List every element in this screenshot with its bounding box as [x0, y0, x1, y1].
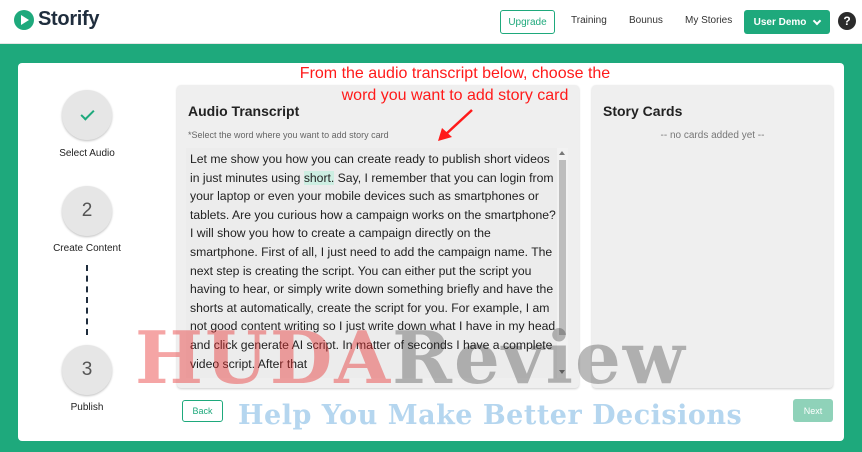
back-button[interactable]: Back [182, 400, 223, 422]
step-1-circle [62, 90, 112, 140]
nav-my-stories[interactable]: My Stories [685, 15, 732, 26]
user-menu-button[interactable]: User Demo [744, 10, 830, 34]
chevron-down-icon [813, 16, 822, 25]
watermark-tagline: Help You Make Better Decisions [238, 400, 743, 431]
play-logo-icon [14, 9, 34, 30]
story-cards-empty-text: -- no cards added yet -- [660, 130, 765, 141]
upgrade-button[interactable]: Upgrade [500, 10, 555, 34]
user-menu-label: User Demo [753, 16, 807, 28]
nav-bonus[interactable]: Bounus [629, 15, 663, 26]
scroll-up-icon[interactable] [559, 151, 565, 155]
watermark-part2: Review [392, 315, 687, 400]
step-3-label: Publish [70, 402, 104, 413]
logo-text: Storify [38, 8, 100, 30]
watermark-logo: HUDAReview [135, 322, 687, 394]
transcript-hint: *Select the word where you want to add s… [188, 130, 389, 140]
annotation-arrow-icon [438, 109, 473, 141]
scroll-thumb[interactable] [559, 160, 566, 335]
annotation-text: From the audio transcript below, choose … [299, 65, 611, 104]
storify-logo[interactable]: Storify [14, 8, 100, 31]
next-button[interactable]: Next [793, 399, 833, 422]
highlighted-word[interactable]: short. [303, 170, 335, 185]
top-navbar: Storify Upgrade Training Bounus My Stori… [0, 0, 862, 44]
step-1-label: Select Audio [59, 148, 115, 159]
step-2-circle: 2 [62, 186, 112, 236]
nav-training[interactable]: Training [571, 15, 607, 26]
watermark-part1: HUDA [135, 315, 393, 400]
step-3-circle: 3 [62, 345, 112, 395]
help-icon[interactable]: ? [838, 12, 856, 30]
step-2-label: Create Content [53, 243, 121, 254]
step-connector [86, 265, 88, 335]
transcript-title: Audio Transcript [188, 103, 300, 119]
checkmark-icon [79, 105, 95, 121]
